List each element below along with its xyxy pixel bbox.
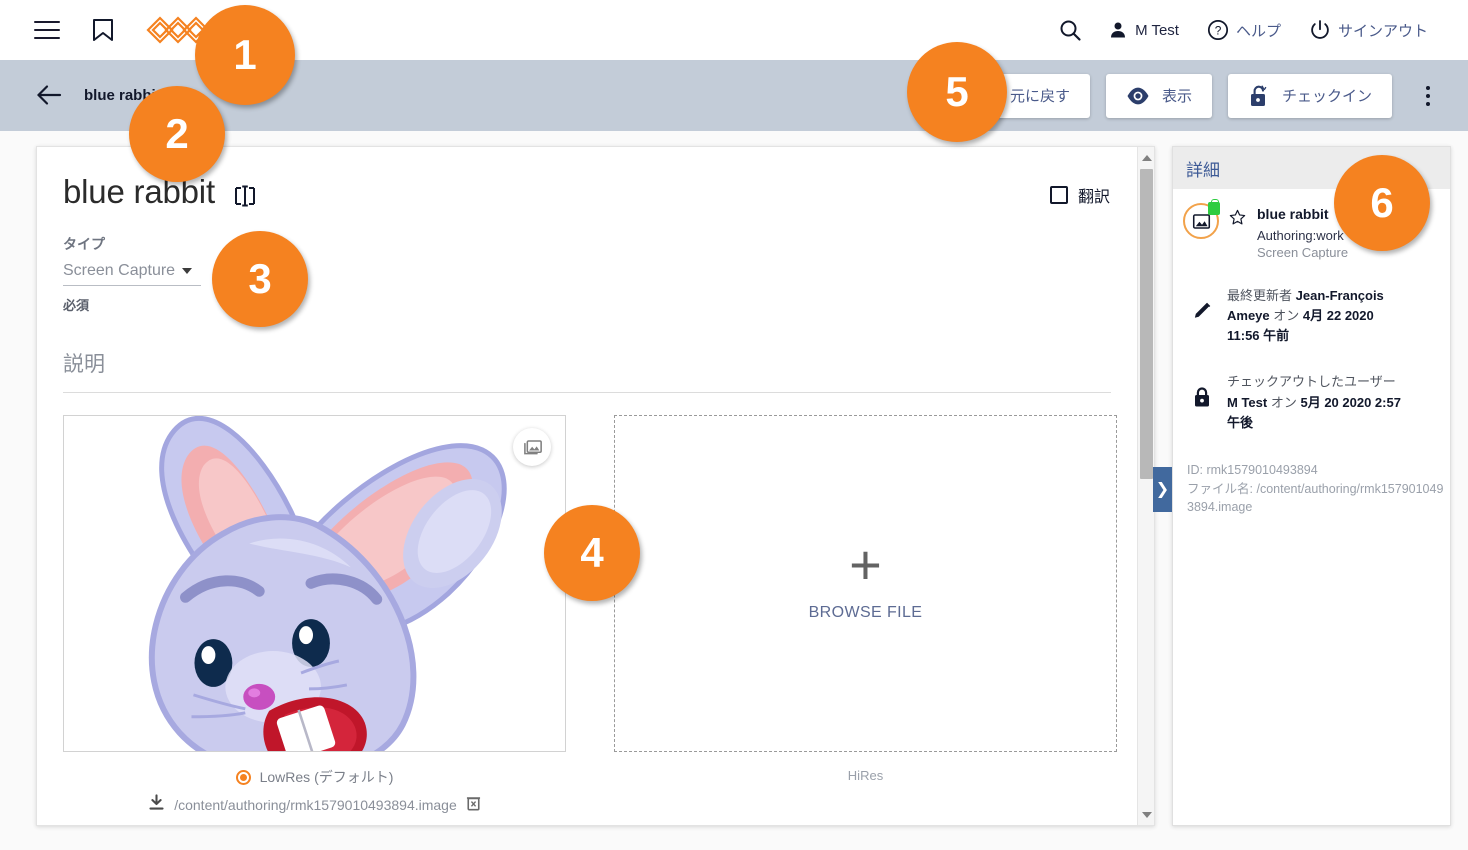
description-section-label: 説明 — [63, 348, 1111, 393]
back-button[interactable] — [36, 83, 62, 109]
checked-out-row: チェックアウトしたユーザー M Test オン 5月 20 2020 2:57 … — [1183, 372, 1440, 432]
bookmark-icon[interactable] — [92, 18, 114, 42]
browse-file-dropzone[interactable]: + BROWSE FILE — [614, 415, 1117, 752]
help-label: ヘルプ — [1235, 22, 1281, 40]
lock-closed-icon — [1187, 372, 1217, 408]
asset-filename-line: ファイル名: /content/authoring/rmk15790104938… — [1187, 480, 1445, 518]
plus-icon: + — [849, 532, 882, 596]
power-icon — [1311, 20, 1329, 39]
scroll-down-arrow-icon[interactable] — [1138, 806, 1154, 823]
checked-out-user: M Test — [1227, 394, 1268, 410]
asset-id-value: rmk1579010493894 — [1206, 462, 1318, 477]
action-bar-buttons: 元に戻す 表示 チェックイン — [940, 73, 1456, 118]
text-cursor-icon — [233, 185, 257, 207]
lock-green-icon — [1208, 199, 1220, 215]
type-select-value: Screen Capture — [63, 262, 176, 279]
callout-badge-3: 3 — [212, 231, 308, 327]
scrollbar-thumb[interactable] — [1140, 169, 1153, 479]
document-title-row: blue rabbit 翻訳 — [63, 175, 1110, 208]
signout-button[interactable]: サインアウト — [1295, 10, 1442, 50]
pencil-icon — [1187, 286, 1217, 321]
rendition-label: LowRes (デフォルト) — [259, 769, 394, 785]
svg-text:?: ? — [1215, 24, 1222, 38]
view-button[interactable]: 表示 — [1105, 73, 1212, 118]
file-path-label[interactable]: /content/authoring/rmk1579010493894.imag… — [174, 797, 457, 813]
main-scrollbar[interactable] — [1137, 147, 1154, 825]
callout-badge-6: 6 — [1334, 155, 1430, 251]
kebab-more-icon[interactable] — [1406, 74, 1450, 118]
asset-id-label: ID: — [1187, 462, 1203, 477]
chevron-down-icon — [182, 268, 193, 274]
details-panel-title: 詳細 — [1186, 160, 1220, 180]
search-button[interactable] — [1046, 10, 1094, 50]
checkin-button[interactable]: チェックイン — [1227, 73, 1392, 118]
lowres-asset-column: LowRes (デフォルト) /content/authoring/rmk157… — [63, 415, 566, 825]
asset-filename-label: ファイル名: — [1187, 481, 1253, 496]
help-circle-icon: ? — [1207, 19, 1229, 41]
main-content-card: blue rabbit 翻訳 タイプ Screen Capture 必須 説明 … — [36, 146, 1155, 826]
chevron-right-icon: ❯ — [1155, 480, 1170, 498]
details-asset-path: Authoring:work — [1257, 228, 1344, 243]
star-outline-icon[interactable] — [1229, 209, 1246, 231]
header-actions: M Test ? ヘルプ サインアウト — [1046, 10, 1442, 50]
panel-collapse-toggle[interactable]: ❯ — [1153, 467, 1172, 512]
checked-out-prefix: チェックアウトしたユーザー — [1227, 374, 1396, 390]
user-name-label: M Test — [1135, 21, 1179, 39]
callout-badge-4: 4 — [544, 505, 640, 601]
callout-badge-2: 2 — [129, 86, 225, 182]
eye-icon — [1127, 87, 1149, 104]
radio-button-lowres[interactable] — [235, 769, 251, 785]
undo-label: 元に戻す — [1009, 88, 1070, 105]
asset-row: LowRes (デフォルト) /content/authoring/rmk157… — [63, 415, 1117, 825]
app-root: M Test ? ヘルプ サインアウト blue rabbit 元に戻す 表示 … — [0, 0, 1468, 850]
asset-id-line: ID: rmk1579010493894 — [1187, 461, 1445, 480]
image-thumbnail-icon — [1183, 199, 1220, 239]
person-icon — [1111, 22, 1126, 38]
callout-badge-5: 5 — [907, 42, 1007, 142]
rabbit-illustration — [64, 416, 565, 751]
checkbox-box[interactable] — [1049, 186, 1068, 204]
form-area: blue rabbit 翻訳 タイプ Screen Capture 必須 説明 … — [37, 147, 1136, 825]
last-modified-text: 最終更新者 Jean-François Ameye オン 4月 22 2020 … — [1227, 286, 1407, 346]
callout-badge-1: 1 — [195, 5, 295, 105]
unlock-icon — [1250, 85, 1267, 106]
last-modified-connector: オン — [1273, 308, 1300, 324]
file-path-row: /content/authoring/rmk1579010493894.imag… — [63, 794, 566, 816]
image-library-icon[interactable] — [513, 428, 551, 466]
arrow-left-icon — [37, 84, 62, 105]
rendition-radio-row[interactable]: LowRes (デフォルト) — [63, 767, 566, 787]
browse-file-label: BROWSE FILE — [808, 604, 923, 622]
last-modified-prefix: 最終更新者 — [1227, 288, 1293, 303]
translate-label: 翻訳 — [1077, 189, 1110, 206]
user-menu-button[interactable]: M Test — [1094, 10, 1193, 50]
page-title[interactable]: blue rabbit — [63, 175, 215, 208]
details-identifiers: ID: rmk1579010493894 ファイル名: /content/aut… — [1183, 461, 1445, 517]
hamburger-menu-icon[interactable] — [34, 21, 60, 39]
last-modified-row: 最終更新者 Jean-François Ameye オン 4月 22 2020 … — [1183, 286, 1440, 346]
search-icon — [1060, 20, 1081, 41]
view-label: 表示 — [1161, 88, 1192, 105]
help-button[interactable]: ? ヘルプ — [1193, 10, 1295, 50]
translate-checkbox[interactable]: 翻訳 — [1049, 183, 1110, 207]
signout-label: サインアウト — [1337, 22, 1428, 40]
checked-out-connector: オン — [1270, 394, 1297, 410]
delete-icon[interactable] — [466, 795, 481, 816]
checkin-label: チェックイン — [1281, 88, 1372, 105]
hires-caption: HiRes — [847, 768, 884, 783]
checked-out-text: チェックアウトしたユーザー M Test オン 5月 20 2020 2:57 … — [1227, 372, 1407, 432]
asset-thumbnail[interactable] — [63, 415, 566, 752]
download-icon[interactable] — [148, 794, 165, 816]
type-select[interactable]: Screen Capture — [63, 262, 201, 286]
details-panel: 詳細 blue rabbit Authoring:work Screen Cap… — [1172, 146, 1451, 826]
hires-asset-column: + BROWSE FILE HiRes — [614, 415, 1117, 825]
scroll-up-arrow-icon[interactable] — [1138, 149, 1154, 166]
details-asset-type: Screen Capture — [1257, 245, 1349, 260]
